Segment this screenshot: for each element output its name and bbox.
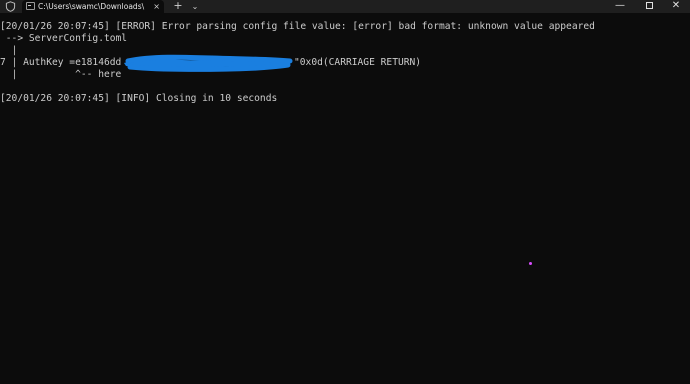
- minimize-button[interactable]: —: [610, 0, 630, 13]
- terminal-line-authkey: 7 | AuthKey =e18146dd: [0, 57, 122, 68]
- title-bar: C:\Users\swamc\Downloads\ × + ⌄ — ✕: [0, 0, 690, 13]
- shield-icon: [5, 1, 16, 12]
- maximize-icon: [646, 2, 653, 9]
- terminal-line-caret: | ^-- here: [0, 69, 122, 80]
- tab-dropdown-button[interactable]: ⌄: [189, 0, 201, 13]
- tab-close-button[interactable]: ×: [153, 1, 160, 12]
- tab-terminal[interactable]: C:\Users\swamc\Downloads\ ×: [22, 0, 164, 13]
- terminal-line-error: [20/01/26 20:07:45] [ERROR] Error parsin…: [0, 21, 595, 32]
- mouse-cursor-dot: [529, 262, 532, 265]
- terminal-icon: [26, 2, 35, 10]
- tab-title: C:\Users\swamc\Downloads\: [38, 2, 145, 11]
- redaction-scribble: [124, 54, 293, 72]
- close-button[interactable]: ✕: [666, 0, 686, 13]
- terminal-line-gutter: |: [0, 45, 18, 56]
- terminal-line-file: --> ServerConfig.toml: [0, 33, 128, 44]
- terminal-output[interactable]: [20/01/26 20:07:45] [ERROR] Error parsin…: [0, 18, 690, 384]
- terminal-line-info: [20/01/26 20:07:45] [INFO] Closing in 10…: [0, 93, 278, 104]
- terminal-line-authkey-suffix: "0x0d(CARRIAGE RETURN): [294, 57, 422, 68]
- maximize-button[interactable]: [639, 0, 659, 13]
- new-tab-button[interactable]: +: [172, 0, 184, 13]
